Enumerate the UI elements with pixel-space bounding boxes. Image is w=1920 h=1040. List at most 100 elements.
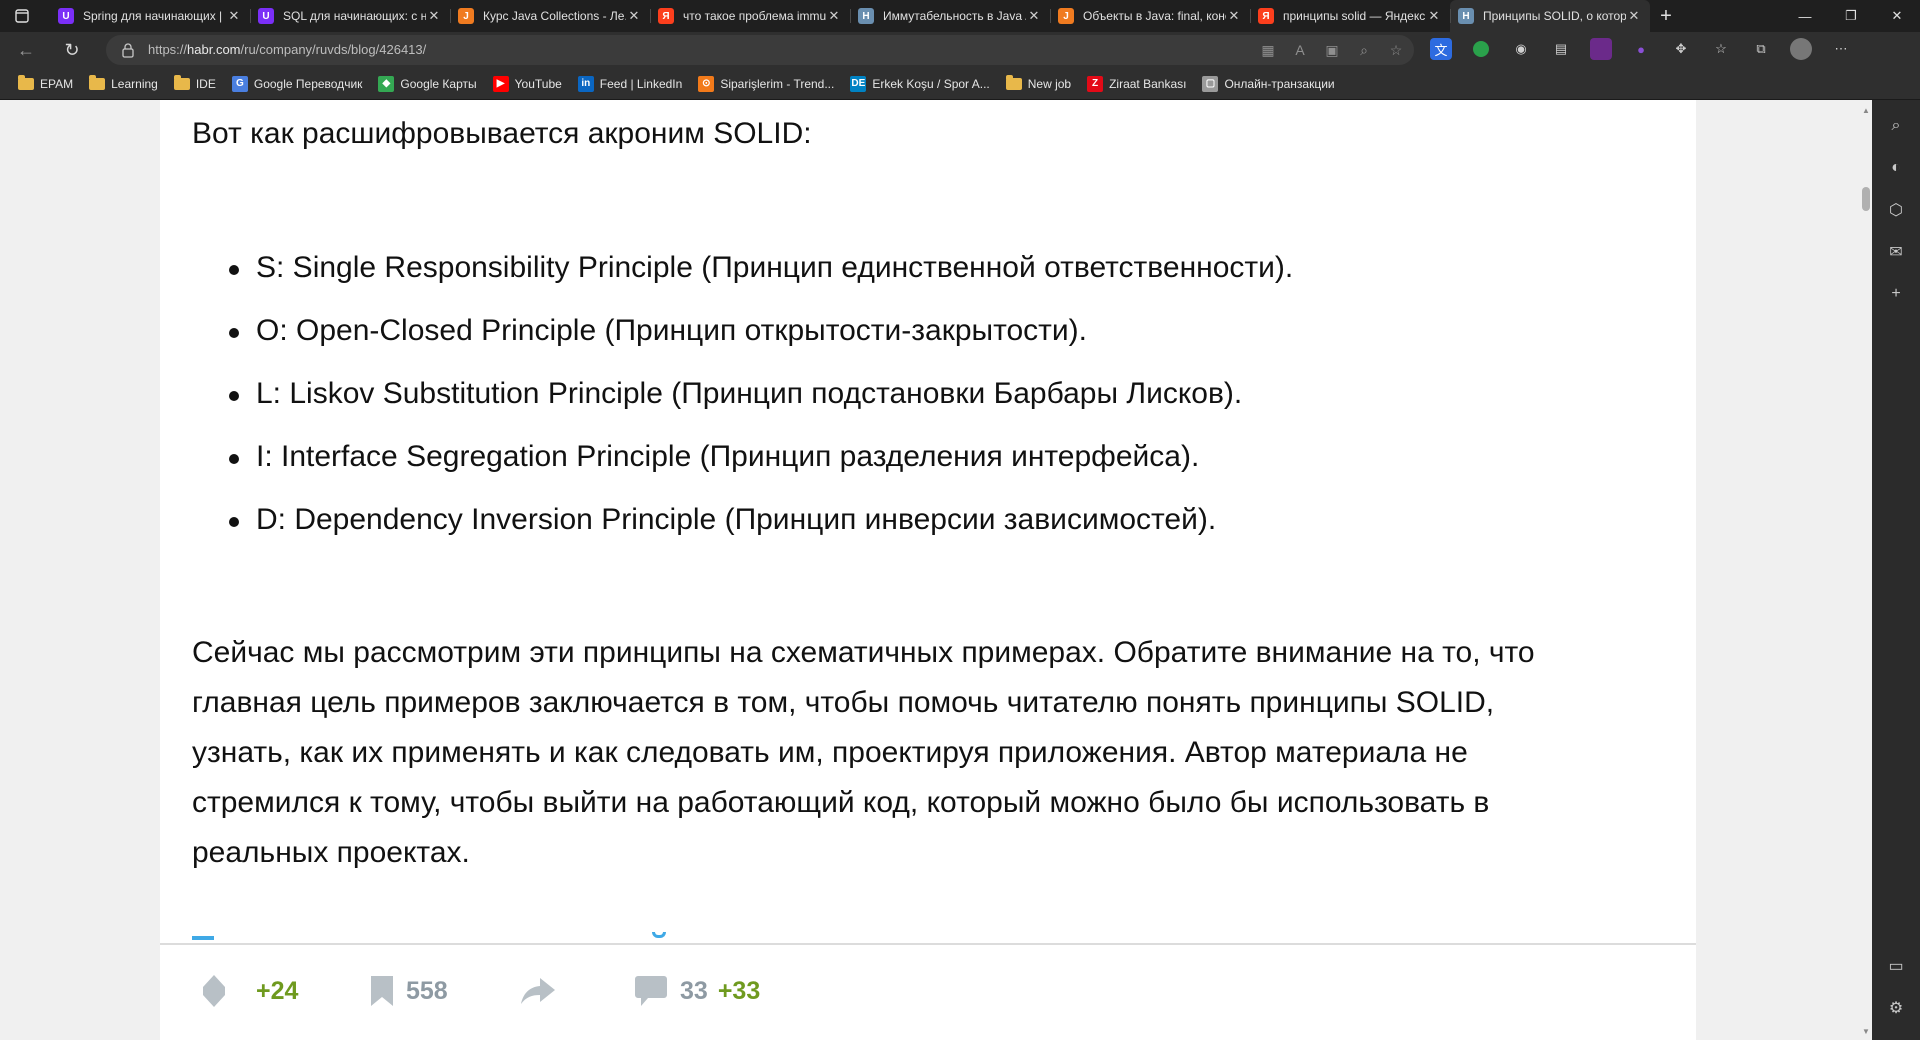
bookmark-item[interactable]: ▶ YouTube	[485, 72, 570, 96]
bookmark-item[interactable]: ⊙ Siparişlerim - Trend...	[690, 72, 842, 96]
bookmark-item[interactable]: EPAM	[10, 72, 81, 96]
refresh-button[interactable]: ↻	[58, 36, 86, 64]
grammar-extension-icon[interactable]	[1473, 41, 1489, 57]
sidebar-search-icon[interactable]: ⌕	[1884, 114, 1908, 138]
article-action-bar: +24 558 33 +33	[160, 943, 1696, 1040]
tab-purple-u[interactable]: U Spring для начинающих | ... ✕	[50, 0, 250, 32]
new-comment-count: +33	[717, 976, 761, 1005]
extensions-puzzle-icon[interactable]: ✥	[1670, 38, 1692, 60]
sidebar-add-icon[interactable]: +	[1884, 282, 1908, 306]
paragraph-line: узнать, как их применять и как следовать…	[192, 736, 1468, 769]
bookmark-item[interactable]: Learning	[81, 72, 166, 96]
bookmark-item[interactable]: G Google Переводчик	[224, 72, 371, 96]
tab-purple-u[interactable]: U SQL для начинающих: с н... ✕	[250, 0, 450, 32]
bookmark-item[interactable]: ◆ Google Карты	[370, 72, 484, 96]
minimize-button[interactable]: —	[1782, 0, 1828, 32]
url-text[interactable]: https://habr.com/ru/company/ruvds/blog/4…	[148, 42, 426, 57]
extension-icon[interactable]: ◉	[1510, 38, 1532, 60]
trendyol-icon: ⊙	[698, 75, 715, 92]
favorites-icon[interactable]: ☆	[1710, 38, 1732, 60]
tab-close-icon[interactable]: ✕	[226, 8, 242, 24]
collections-icon[interactable]: ⧉	[1750, 38, 1772, 60]
favorite-star-icon[interactable]: ☆	[1386, 40, 1406, 60]
scrollbar-thumb[interactable]	[1862, 187, 1870, 211]
bookmark-item[interactable]: IDE	[166, 72, 224, 96]
bookmark-item[interactable]: New job	[998, 72, 1079, 96]
tab-habr[interactable]: H Иммутабельность в Java /... ✕	[850, 0, 1050, 32]
rating-control[interactable]: +24	[202, 973, 298, 1009]
tab-close-icon[interactable]: ✕	[426, 8, 442, 24]
extension-icon[interactable]: ●	[1630, 38, 1652, 60]
bookmark-item[interactable]: DE Erkek Koşu / Spor A...	[842, 72, 997, 96]
tab-close-icon[interactable]: ✕	[826, 8, 842, 24]
bookmark-label: YouTube	[514, 76, 562, 91]
tab-javarush[interactable]: J Курс Java Collections - Ле... ✕	[450, 0, 650, 32]
address-bar[interactable]: https://habr.com/ru/company/ruvds/blog/4…	[106, 35, 1414, 65]
extensions-bar: 文 ◉ ▤ ● ✥ ☆ ⧉ ⋯	[1430, 38, 1852, 60]
tab-javarush[interactable]: J Объекты в Java: final, конс... ✕	[1050, 0, 1250, 32]
share-button[interactable]	[520, 973, 556, 1009]
sidebar-bing-chat-icon[interactable]: ◐	[1884, 156, 1908, 180]
tab-actions-button[interactable]	[0, 0, 44, 32]
share-arrow-icon	[521, 978, 555, 1004]
back-arrow-icon: ←	[17, 39, 35, 60]
tab-title: SQL для начинающих: с н...	[283, 9, 426, 23]
tab-close-icon[interactable]: ✕	[626, 8, 642, 24]
sidebar-settings-icon[interactable]: ⚙	[1884, 996, 1908, 1020]
bookmark-item[interactable]: in Feed | LinkedIn	[570, 72, 691, 96]
tab-title: Принципы SOLID, о котор...	[1483, 9, 1626, 23]
bookmark-label: EPAM	[40, 76, 74, 91]
bookmark-label: IDE	[195, 76, 216, 91]
app-available-icon[interactable]: ▦	[1258, 40, 1278, 60]
immersive-reader-icon[interactable]: ▣	[1322, 40, 1342, 60]
minimize-icon: —	[1798, 8, 1812, 24]
tab-close-icon[interactable]: ✕	[1626, 8, 1642, 24]
paragraph-line: стремился к тому, чтобы выйти на работаю…	[192, 786, 1490, 819]
scroll-down-icon[interactable]: ▼	[1862, 1027, 1870, 1036]
intro-text: Вот как расшифровывается акроним SOLID:	[192, 117, 812, 150]
settings-more-icon[interactable]: ⋯	[1830, 38, 1852, 60]
restore-button[interactable]: ❐	[1828, 0, 1874, 32]
ziraat-icon: Z	[1087, 75, 1104, 92]
extension-icon[interactable]	[1590, 38, 1612, 60]
profile-avatar[interactable]	[1790, 38, 1812, 60]
page-scrollbar[interactable]: ▲ ▼	[1860, 100, 1872, 1040]
url-scheme: https://	[148, 42, 188, 57]
folder-icon	[18, 74, 34, 92]
tab-title: Spring для начинающих | ...	[83, 9, 226, 23]
habr-favicon-icon: H	[858, 8, 874, 24]
lock-icon	[122, 43, 134, 58]
list-item: S: Single Responsibility Principle (Прин…	[228, 248, 1293, 311]
tab-close-icon[interactable]: ✕	[1026, 8, 1042, 24]
tab-close-icon[interactable]: ✕	[1226, 8, 1242, 24]
new-tab-button[interactable]: +	[1650, 0, 1682, 32]
sidebar-outlook-icon[interactable]: ✉	[1884, 240, 1908, 264]
bookmarks-bar: EPAM Learning IDE G Google Переводчик ◆ Google…	[0, 68, 1920, 100]
article-paragraph: Сейчас мы рассмотрим эти принципы на схе…	[192, 628, 1662, 878]
scroll-up-icon[interactable]: ▲	[1862, 106, 1870, 115]
bookmark-item[interactable]: Z Ziraat Bankası	[1079, 72, 1194, 96]
sidebar-games-icon[interactable]: ⬡	[1884, 198, 1908, 222]
back-button[interactable]: ←	[12, 36, 40, 64]
page-icon: ▢	[1202, 75, 1219, 92]
solid-principles-list: S: Single Responsibility Principle (Прин…	[228, 248, 1293, 563]
zoom-icon[interactable]: ⌕	[1354, 40, 1374, 60]
close-window-button[interactable]: ✕	[1874, 0, 1920, 32]
bookmark-button[interactable]: 558	[370, 973, 448, 1009]
extension-icon[interactable]: ▤	[1550, 38, 1572, 60]
tab-yandex[interactable]: Япринципы solid — Яндекс... ✕	[1250, 0, 1450, 32]
tab-strip: U Spring для начинающих | ... ✕ U SQL для на…	[50, 0, 1682, 32]
linkedin-icon: in	[577, 75, 594, 92]
sidebar-layout-icon[interactable]: ▭	[1884, 954, 1908, 978]
paragraph-line: главная цель примеров заключается в том,…	[192, 686, 1495, 719]
translate-extension-icon[interactable]: 文	[1430, 38, 1452, 60]
read-aloud-icon[interactable]: A	[1290, 40, 1310, 60]
url-host: habr.com	[187, 42, 241, 57]
list-item: L: Liskov Substitution Principle (Принци…	[228, 374, 1293, 437]
tab-close-icon[interactable]: ✕	[1426, 8, 1442, 24]
comments-button[interactable]: 33 +33	[634, 973, 760, 1009]
bookmark-item[interactable]: ▢ Онлайн-транзакции	[1194, 72, 1342, 96]
tab-yandex[interactable]: Ячто такое проблема immu... ✕	[650, 0, 850, 32]
bookmark-icon	[371, 976, 393, 1006]
tab-habr[interactable]: H Принципы SOLID, о котор... ✕	[1450, 0, 1650, 32]
